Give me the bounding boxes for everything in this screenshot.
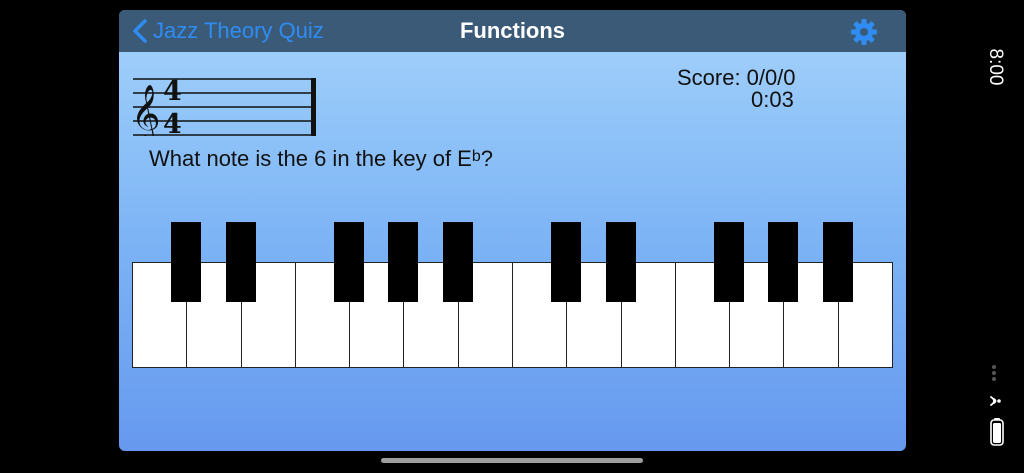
- time-signature-bottom: 4: [163, 109, 182, 136]
- black-key[interactable]: [334, 222, 365, 302]
- score-panel: Score: 0/0/0 0:03: [677, 67, 796, 111]
- black-key[interactable]: [225, 222, 256, 302]
- more-icon: [992, 365, 996, 381]
- question-text: What note is the 6 in the key of Eb?: [149, 146, 493, 172]
- timer: 0:03: [751, 87, 794, 112]
- music-staff: 𝄞 4 4: [131, 76, 316, 136]
- black-key[interactable]: [822, 222, 853, 302]
- page-title: Functions: [459, 18, 566, 43]
- flat-symbol: b: [471, 148, 481, 165]
- gear-icon[interactable]: [850, 18, 878, 46]
- home-indicator: [381, 458, 643, 463]
- black-key[interactable]: [714, 222, 745, 302]
- piano-keyboard: [132, 222, 893, 369]
- wifi-icon: [990, 396, 1001, 406]
- battery-icon: [990, 418, 1004, 446]
- time-signature-top: 4: [163, 76, 182, 107]
- score-value: 0/0/0: [746, 65, 796, 90]
- treble-clef-icon: 𝄞: [131, 84, 161, 136]
- app-window: Jazz Theory Quiz Functions 𝄞 4 4 Score: …: [119, 10, 906, 451]
- question-suffix: ?: [480, 146, 494, 171]
- question-prefix: What note is the 6 in the key of E: [149, 146, 472, 171]
- black-key[interactable]: [551, 222, 582, 302]
- status-time: 8:00: [985, 48, 1006, 86]
- navigation-bar: Jazz Theory Quiz Functions: [119, 10, 906, 52]
- score-label: Score:: [677, 65, 741, 90]
- black-key[interactable]: [171, 222, 202, 302]
- black-key[interactable]: [388, 222, 419, 302]
- black-key[interactable]: [768, 222, 799, 302]
- black-key[interactable]: [442, 222, 473, 302]
- black-key[interactable]: [605, 222, 636, 302]
